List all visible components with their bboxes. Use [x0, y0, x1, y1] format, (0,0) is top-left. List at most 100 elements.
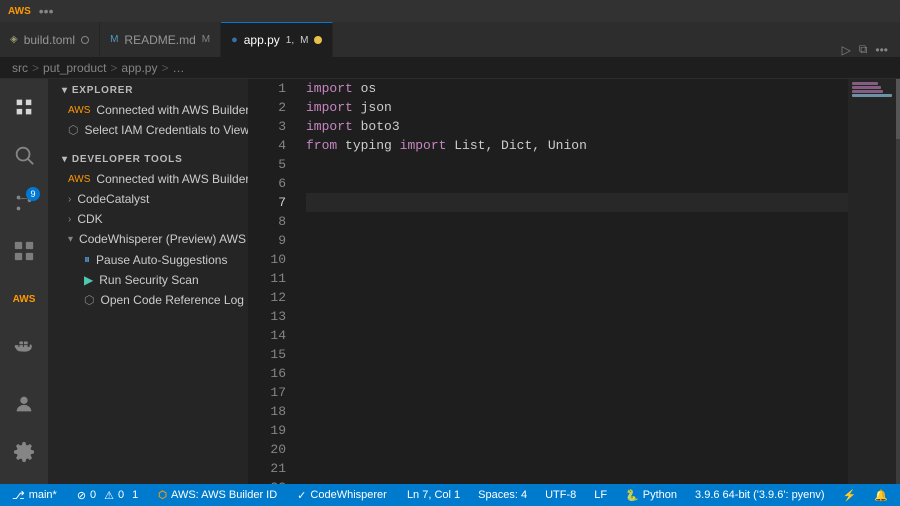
- source-control-badge: 9: [26, 187, 40, 201]
- code-line-12: [306, 288, 848, 307]
- minimap-scroll-indicator: [896, 79, 900, 484]
- sidebar-codecatalyst-label: CodeCatalyst: [77, 192, 149, 206]
- activity-docker[interactable]: [0, 323, 48, 371]
- status-codewhisperer[interactable]: ✓ CodeWhisperer: [293, 489, 391, 502]
- status-pyenv[interactable]: ⚡: [839, 489, 861, 502]
- line-num-1: 1: [248, 79, 286, 98]
- sidebar-run-security-scan[interactable]: ▶ Run Security Scan: [48, 270, 248, 290]
- main-layout: 9 AWS ▾ EXPLORER AWS Connected with: [0, 79, 900, 484]
- dev-aws-icon: AWS: [68, 174, 90, 185]
- breadcrumb-src[interactable]: src: [12, 61, 28, 75]
- status-bar: ⎇ main* ⊘ 0 ⚠ 0 1 ⬡ AWS: AWS Builder ID …: [0, 484, 900, 506]
- breadcrumb-ellipsis[interactable]: …: [172, 61, 184, 75]
- dev-tools-header[interactable]: ▾ DEVELOPER TOOLS: [48, 148, 248, 169]
- code-line-5: [306, 155, 848, 174]
- key-icon: ⬡: [68, 123, 78, 137]
- line-num-19: 19: [248, 421, 286, 440]
- sidebar-aws-builder-id[interactable]: AWS Connected with AWS Builder ID: [48, 100, 248, 120]
- run-controls: ▷ ⧉ •••: [830, 42, 900, 57]
- status-codewhisperer-label: CodeWhisperer: [310, 489, 386, 501]
- status-version-text: 3.9.6 64-bit ('3.9.6': pyenv): [695, 489, 825, 501]
- explorer-chevron: ▾: [62, 85, 68, 96]
- status-position[interactable]: Ln 7, Col 1: [403, 489, 464, 501]
- tab-modified-m: M: [300, 35, 308, 46]
- tab-number-label: 1,: [286, 35, 294, 46]
- sidebar-iam-credentials[interactable]: ⬡ Select IAM Credentials to View …: [48, 120, 248, 140]
- split-icon[interactable]: ⧉: [859, 42, 868, 57]
- title-bar: AWS •••: [0, 0, 900, 22]
- warning-icon: ⚠: [104, 489, 114, 502]
- log-icon: ⬡: [84, 293, 94, 307]
- code-line-16: [306, 364, 848, 383]
- breadcrumb-sep-2: >: [110, 61, 117, 75]
- code-line-18: [306, 402, 848, 421]
- sidebar-open-code-reference[interactable]: ⬡ Open Code Reference Log: [48, 290, 248, 310]
- breadcrumb-sep-1: >: [32, 61, 39, 75]
- status-right: Ln 7, Col 1 Spaces: 4 UTF-8 LF 🐍 Python …: [403, 489, 892, 502]
- tab-readme-md[interactable]: M README.md M: [100, 22, 221, 57]
- status-spaces[interactable]: Spaces: 4: [474, 489, 531, 501]
- md-file-icon: M: [110, 34, 118, 45]
- activity-account[interactable]: [0, 380, 48, 428]
- breadcrumb-put-product[interactable]: put_product: [43, 61, 106, 75]
- minimap-scroll-thumb: [896, 79, 900, 139]
- cdk-chevron-icon: ›: [68, 214, 71, 225]
- status-bell[interactable]: 🔔: [870, 489, 892, 502]
- code-line-1: import os: [306, 79, 848, 98]
- line-num-9: 9: [248, 231, 286, 250]
- line-num-6: 6: [248, 174, 286, 193]
- aws-status-icon: ⬡: [158, 490, 167, 501]
- activity-extensions[interactable]: [0, 227, 48, 275]
- code-line-9: [306, 231, 848, 250]
- tab-unsaved-dot: [81, 36, 89, 44]
- minimap-line-1: [852, 82, 878, 85]
- status-eol[interactable]: LF: [590, 489, 611, 501]
- code-editor[interactable]: 1 2 3 4 5 6 7 8 9 10 11 12 13 14 15 16 1: [248, 79, 848, 484]
- status-branch[interactable]: ⎇ main*: [8, 489, 61, 502]
- sidebar-builder-id-label: Connected with AWS Builder ID: [96, 103, 248, 117]
- line-num-14: 14: [248, 326, 286, 345]
- status-python-version[interactable]: 3.9.6 64-bit ('3.9.6': pyenv): [691, 489, 829, 501]
- sidebar-dev-aws-builder[interactable]: AWS Connected with AWS Builder ID: [48, 169, 248, 189]
- status-errors-warnings[interactable]: ⊘ 0 ⚠ 0 1: [73, 489, 142, 502]
- line-num-2: 2: [248, 98, 286, 117]
- tab-build-toml[interactable]: ◈ build.toml: [0, 22, 100, 57]
- title-bar-menu-icon[interactable]: •••: [39, 3, 54, 19]
- run-icon[interactable]: ▷: [842, 43, 851, 57]
- status-aws-label[interactable]: ⬡ AWS: AWS Builder ID: [154, 489, 281, 501]
- line-num-17: 17: [248, 383, 286, 402]
- activity-settings[interactable]: [0, 428, 48, 476]
- error-icon: ⊘: [77, 489, 86, 502]
- explorer-header[interactable]: ▾ EXPLORER: [48, 79, 248, 100]
- tab-label-build-toml: build.toml: [24, 33, 75, 47]
- activity-search[interactable]: [0, 131, 48, 179]
- code-lines: import os import json import boto3 from …: [298, 79, 848, 484]
- sidebar-cdk[interactable]: › CDK: [48, 209, 248, 229]
- code-line-4: from typing import List, Dict, Union: [306, 136, 848, 155]
- tab-app-py[interactable]: ● app.py 1, M: [221, 22, 333, 57]
- cw-check-icon: ✓: [297, 489, 306, 502]
- sidebar-codewhisperer[interactable]: ▾ CodeWhisperer (Preview) AWS …: [48, 229, 248, 249]
- sidebar-cdk-label: CDK: [77, 212, 102, 226]
- activity-aws[interactable]: AWS: [0, 275, 48, 323]
- status-encoding[interactable]: UTF-8: [541, 489, 580, 501]
- breadcrumb-app-py[interactable]: app.py: [121, 61, 157, 75]
- pause-icon: ⏸: [84, 252, 90, 267]
- sidebar-dev-builder-label: Connected with AWS Builder ID: [96, 172, 248, 186]
- activity-explorer[interactable]: [0, 83, 48, 131]
- python-lang-icon: 🐍: [625, 489, 639, 502]
- code-line-10: [306, 250, 848, 269]
- sidebar-pause-suggestions[interactable]: ⏸ Pause Auto-Suggestions: [48, 249, 248, 270]
- status-language[interactable]: 🐍 Python: [621, 489, 681, 502]
- sidebar-codecatalyst[interactable]: › CodeCatalyst: [48, 189, 248, 209]
- activity-bar-bottom: [0, 380, 48, 484]
- more-icon[interactable]: •••: [875, 43, 888, 57]
- activity-source-control[interactable]: 9: [0, 179, 48, 227]
- status-aws-text: AWS: AWS Builder ID: [171, 489, 277, 501]
- dev-tools-label: DEVELOPER TOOLS: [72, 154, 183, 165]
- title-bar-left: AWS •••: [8, 3, 54, 19]
- cw-chevron-icon: ▾: [68, 234, 73, 245]
- minimap[interactable]: [848, 79, 900, 484]
- minimap-line-4: [852, 94, 892, 97]
- codecatalyst-chevron-icon: ›: [68, 194, 71, 205]
